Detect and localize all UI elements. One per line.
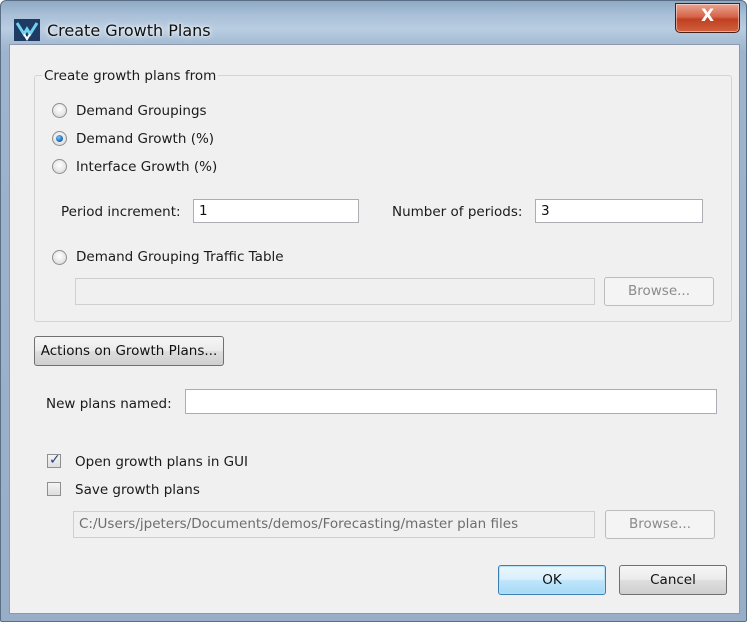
period-increment-label: Period increment:	[61, 204, 181, 220]
cancel-button[interactable]: Cancel	[619, 565, 727, 595]
ok-button[interactable]: OK	[498, 565, 606, 595]
new-plans-input[interactable]	[185, 389, 717, 414]
radio-traffic-table-label[interactable]: Demand Grouping Traffic Table	[76, 249, 284, 265]
app-logo-icon	[14, 19, 40, 41]
open-in-gui-label[interactable]: Open growth plans in GUI	[75, 454, 248, 470]
close-button[interactable]: X	[675, 3, 740, 33]
radio-demand-groupings[interactable]	[52, 103, 67, 118]
dialog-title: Create Growth Plans	[47, 21, 211, 40]
open-in-gui-checkbox[interactable]: ✓	[47, 452, 61, 468]
radio-traffic-table[interactable]	[52, 250, 67, 265]
source-group-label: Create growth plans from	[42, 68, 219, 84]
traffic-table-browse-button[interactable]: Browse...	[604, 277, 714, 306]
radio-demand-growth[interactable]	[52, 131, 67, 146]
save-plans-checkbox[interactable]	[47, 482, 61, 496]
close-icon: X	[700, 6, 715, 26]
radio-interface-growth-label[interactable]: Interface Growth (%)	[76, 159, 217, 175]
number-of-periods-label: Number of periods:	[392, 204, 523, 220]
number-of-periods-input[interactable]: 3	[535, 199, 703, 223]
check-icon: ✓	[49, 452, 61, 468]
period-increment-input[interactable]: 1	[193, 199, 359, 223]
traffic-table-path-input[interactable]	[75, 278, 595, 305]
save-path-browse-button[interactable]: Browse...	[605, 510, 715, 539]
radio-demand-growth-label[interactable]: Demand Growth (%)	[76, 131, 214, 147]
radio-interface-growth[interactable]	[52, 159, 67, 174]
save-plans-label[interactable]: Save growth plans	[75, 482, 200, 498]
radio-demand-groupings-label[interactable]: Demand Groupings	[76, 103, 207, 119]
actions-on-growth-plans-button[interactable]: Actions on Growth Plans...	[34, 336, 224, 366]
save-path-input[interactable]: C:/Users/jpeters/Documents/demos/Forecas…	[73, 511, 595, 538]
title-bar[interactable]: Create Growth Plans X	[1, 1, 746, 45]
new-plans-label: New plans named:	[46, 396, 172, 412]
